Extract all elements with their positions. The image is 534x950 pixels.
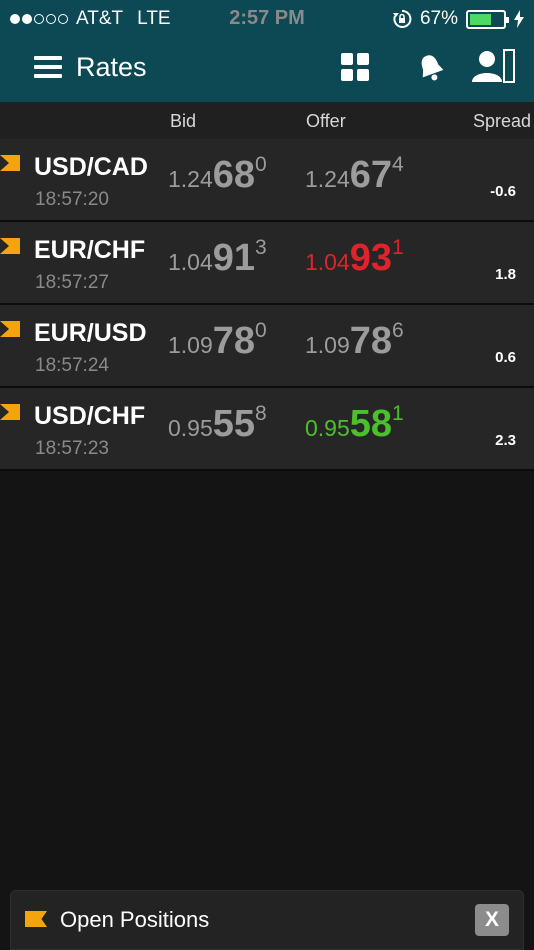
currency-pair: USD/CHF [34, 402, 146, 430]
price-fraction: 4 [392, 153, 404, 176]
spread-value: 0.6 [495, 349, 516, 366]
bid-price[interactable]: 1.09780 [168, 319, 267, 363]
price-prefix: 1.24 [168, 166, 213, 192]
menu-icon[interactable] [34, 56, 62, 80]
quote-time: 18:57:23 [35, 438, 109, 459]
grid-square [341, 53, 353, 65]
price-fraction: 8 [255, 402, 267, 425]
open-positions-bar[interactable]: Open Positions X [10, 890, 524, 950]
offer-price[interactable]: 1.04931 [305, 236, 404, 280]
menu-line [34, 65, 62, 69]
currency-pair: EUR/CHF [34, 236, 146, 264]
price-fraction: 6 [392, 319, 404, 342]
top-bar: AT&T LTE 2:57 PM 67% Rates [0, 0, 534, 102]
price-fraction: 1 [392, 402, 404, 425]
flag-icon [25, 911, 47, 927]
flag-icon [0, 404, 20, 420]
quote-time: 18:57:27 [35, 272, 109, 293]
grid-square [357, 69, 369, 81]
rotation-lock-icon [392, 9, 412, 28]
navigation-bar: Rates [0, 38, 534, 102]
rate-row-usdchf[interactable]: USD/CHF 18:57:23 0.95558 0.95581 2.3 [0, 388, 534, 471]
open-positions-label: Open Positions [60, 907, 210, 932]
flag-icon [0, 155, 20, 171]
quote-time: 18:57:20 [35, 189, 109, 210]
battery-icon [466, 9, 509, 29]
bid-price[interactable]: 1.24680 [168, 153, 267, 197]
price-prefix: 0.95 [168, 415, 213, 441]
price-fraction: 3 [255, 236, 267, 259]
spread-value: 1.8 [495, 266, 516, 283]
grid-square [357, 53, 369, 65]
page-title: Rates [76, 52, 147, 82]
user-profile-icon[interactable] [470, 48, 518, 84]
currency-pair: USD/CAD [34, 153, 148, 181]
close-button[interactable]: X [475, 904, 509, 936]
status-bar: AT&T LTE 2:57 PM 67% [0, 0, 534, 38]
price-pips: 93 [349, 237, 393, 279]
grid-view-icon[interactable] [341, 53, 369, 81]
price-pips: 78 [212, 320, 256, 362]
status-right: 67% [392, 8, 524, 30]
price-pips: 55 [212, 403, 256, 445]
offer-price[interactable]: 0.95581 [305, 402, 404, 446]
price-pips: 78 [349, 320, 393, 362]
spread-value: 2.3 [495, 432, 516, 449]
bid-column-header: Bid [170, 111, 197, 131]
price-prefix: 1.09 [168, 332, 213, 358]
price-pips: 91 [212, 237, 256, 279]
bell-icon[interactable] [414, 52, 448, 84]
offer-column-header: Offer [306, 111, 346, 131]
column-header: Bid Offer Spread [0, 102, 534, 139]
price-pips: 58 [349, 403, 393, 445]
price-fraction: 0 [255, 153, 267, 176]
flag-icon [0, 321, 20, 337]
spread-value: -0.6 [490, 183, 516, 200]
grid-square [341, 69, 353, 81]
price-pips: 68 [212, 154, 256, 196]
quote-time: 18:57:24 [35, 355, 109, 376]
price-pips: 67 [349, 154, 393, 196]
spread-column-header: Spread [472, 111, 531, 131]
currency-pair: EUR/USD [34, 319, 147, 347]
price-prefix: 1.24 [305, 166, 350, 192]
battery-fill [470, 13, 492, 25]
rates-list: USD/CAD 18:57:20 1.24680 1.24674 -0.6 EU… [0, 139, 534, 471]
menu-line [34, 74, 62, 78]
rate-row-usdcad[interactable]: USD/CAD 18:57:20 1.24680 1.24674 -0.6 [0, 139, 534, 222]
price-fraction: 1 [392, 236, 404, 259]
flag-icon [0, 238, 20, 254]
battery-percent: 67% [419, 8, 458, 29]
price-prefix: 0.95 [305, 415, 350, 441]
price-prefix: 1.04 [168, 249, 213, 275]
rate-row-eurchf[interactable]: EUR/CHF 18:57:27 1.04913 1.04931 1.8 [0, 222, 534, 305]
bid-price[interactable]: 1.04913 [168, 236, 267, 280]
rate-row-eurusd[interactable]: EUR/USD 18:57:24 1.09780 1.09786 0.6 [0, 305, 534, 388]
bid-price[interactable]: 0.95558 [168, 402, 267, 446]
price-prefix: 1.09 [305, 332, 350, 358]
price-prefix: 1.04 [305, 249, 350, 275]
charging-bolt-icon [514, 10, 524, 28]
price-fraction: 0 [255, 319, 267, 342]
offer-price[interactable]: 1.24674 [305, 153, 404, 197]
offer-price[interactable]: 1.09786 [305, 319, 404, 363]
menu-line [34, 56, 62, 60]
